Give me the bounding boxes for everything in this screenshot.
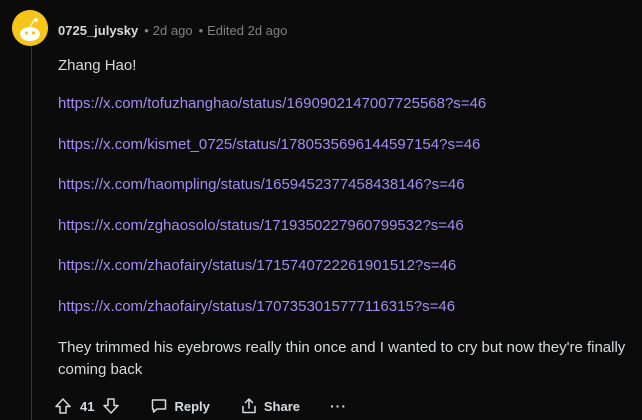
reply-label: Reply xyxy=(174,398,210,414)
tweet-link-3[interactable]: https://x.com/haompling/status/165945237… xyxy=(58,175,465,195)
comment: 0725_julysky • 2d ago • Edited 2d ago Zhan… xyxy=(0,0,642,420)
tweet-link-4[interactable]: https://x.com/zghaosolo/status/171935022… xyxy=(58,216,464,236)
tweet-link-1[interactable]: https://x.com/tofuzhanghao/status/169090… xyxy=(58,94,486,114)
comment-text-intro: Zhang Hao! xyxy=(58,57,137,74)
comment-text-closing: They trimmed his eyebrows really thin on… xyxy=(58,339,626,378)
vote-group: 41 xyxy=(54,397,120,415)
share-button[interactable]: Share xyxy=(240,397,300,415)
username[interactable]: 0725_julysky xyxy=(58,23,138,38)
share-icon xyxy=(240,397,258,415)
comment-actions: 41 Reply Share ··· xyxy=(54,394,347,418)
tweet-link-2[interactable]: https://x.com/kismet_0725/status/1780535… xyxy=(58,135,480,155)
share-label: Share xyxy=(263,398,301,414)
reply-button[interactable]: Reply xyxy=(150,397,210,415)
upvote-arrow-icon[interactable] xyxy=(54,397,72,415)
edited-label: • Edited 2d ago xyxy=(198,22,288,38)
avatar[interactable] xyxy=(12,10,48,46)
vote-count: 41 xyxy=(80,398,95,414)
time-text: 2d ago xyxy=(152,22,193,38)
downvote-arrow-icon[interactable] xyxy=(102,397,120,415)
snoo-avatar-icon xyxy=(12,10,48,46)
tweet-link-6[interactable]: https://x.com/zhaofairy/status/170735301… xyxy=(58,297,455,317)
speech-bubble-icon xyxy=(150,397,168,415)
tweet-link-5[interactable]: https://x.com/zhaofairy/status/171574072… xyxy=(58,256,456,276)
more-options-button[interactable]: ··· xyxy=(330,398,347,414)
edited-text: Edited 2d ago xyxy=(207,22,288,38)
thread-line[interactable] xyxy=(31,46,32,420)
more-dots-icon: ··· xyxy=(330,398,348,414)
timestamp[interactable]: • 2d ago xyxy=(144,23,192,38)
comment-header: 0725_julysky • 2d ago • Edited 2d ago xyxy=(58,20,287,40)
